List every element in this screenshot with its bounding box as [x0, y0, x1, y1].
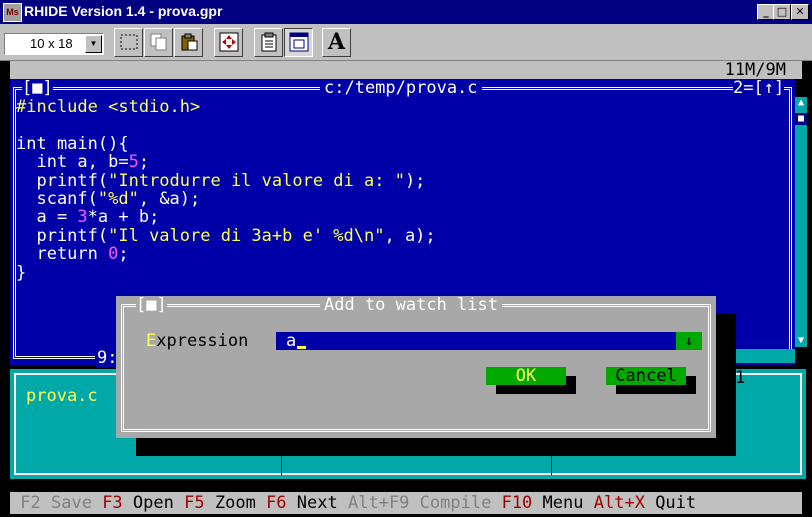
editor-title: c:/temp/prova.c [320, 79, 482, 97]
text-cursor [297, 346, 306, 349]
status-save: F2 Save [20, 493, 92, 513]
editor-close-box[interactable]: [■] [22, 79, 53, 97]
history-button[interactable]: ↓ [676, 332, 702, 350]
copy-icon [150, 33, 166, 51]
code-line: } [16, 262, 27, 283]
code-line: a = 3*a + b; [16, 207, 160, 228]
dialog-title: Add to watch list [320, 296, 502, 314]
editor-window-number: 2=[↑] [733, 78, 785, 98]
window-titlebar[interactable]: Ms RHIDE Version 1.4 - prova.gpr _ □ ✕ [0, 0, 812, 24]
status-zoom[interactable]: F5 Zoom [184, 493, 256, 513]
status-next[interactable]: F6 Next [266, 493, 338, 513]
background-icon [289, 32, 308, 52]
status-open[interactable]: F3 Open [102, 493, 174, 513]
font-icon: A [327, 29, 346, 55]
code-line: int a, b=5; [16, 152, 150, 173]
status-line: F2 Save F3 Open F5 Zoom F6 Next Alt+F9 C… [10, 492, 802, 514]
fullscreen-icon [219, 32, 238, 52]
code-line: return 0; [16, 244, 129, 265]
editor-zoom-box[interactable]: [↑] [754, 78, 785, 98]
column-divider [281, 455, 282, 475]
copy-button[interactable] [144, 28, 173, 57]
paste-button[interactable] [174, 28, 203, 57]
font-size-value: 10 x 18 [30, 36, 73, 51]
code-line: printf("Introdurre il valore di a: "); [16, 170, 426, 191]
scroll-up-icon[interactable]: ▲ [795, 97, 807, 109]
memory-indicator: 11M/9M [724, 60, 786, 80]
toolbar: 10 x 18 ▼ A [0, 24, 812, 61]
scroll-down-icon[interactable]: ▼ [795, 335, 807, 347]
font-button[interactable]: A [322, 28, 351, 57]
properties-button[interactable] [254, 28, 283, 57]
chevron-down-icon[interactable]: ▼ [85, 35, 102, 53]
status-quit[interactable]: Alt+X Quit [594, 493, 696, 513]
ok-button[interactable]: OK [486, 367, 566, 385]
code-line: int main(){ [16, 133, 129, 154]
menu-bar: - File Edit Search Run Compile Debug Pro… [10, 60, 802, 115]
fullscreen-button[interactable] [214, 28, 243, 57]
scroll-thumb[interactable]: ■ [795, 113, 807, 125]
code-line: printf("Il valore di 3a+b e' %d\n", a); [16, 225, 436, 246]
maximize-button[interactable]: □ [773, 4, 791, 20]
vertical-scrollbar[interactable]: ▲ ■ ▼ [795, 97, 807, 347]
expression-label: Expression [146, 331, 249, 351]
close-button[interactable]: ✕ [791, 4, 809, 20]
history-arrow-icon: ↓ [684, 333, 694, 349]
cancel-button[interactable]: Cancel [606, 367, 686, 385]
code-line: scanf("%d", &a); [16, 189, 201, 210]
mark-button[interactable] [114, 28, 143, 57]
code-line: #include <stdio.h> [16, 97, 201, 117]
dialog-close-box[interactable]: [■] [136, 296, 167, 314]
window-title: RHIDE Version 1.4 - prova.gpr [24, 3, 223, 19]
background-button[interactable] [284, 28, 313, 57]
lower-window-file[interactable]: prova.c [26, 387, 98, 405]
status-compile: Alt+F9 Compile [348, 493, 492, 513]
expression-input[interactable] [276, 332, 676, 350]
code-editor[interactable]: #include <stdio.h> int main(){ int a, b=… [16, 98, 436, 282]
font-size-select[interactable]: 10 x 18 ▼ [4, 33, 104, 55]
properties-icon [261, 32, 276, 52]
mark-icon [120, 34, 137, 50]
paste-icon [181, 33, 197, 51]
status-menu[interactable]: F10 Menu [502, 493, 584, 513]
lower-window-number: 1 [735, 368, 746, 388]
app-icon[interactable]: Ms [3, 3, 22, 22]
column-divider [551, 455, 552, 475]
